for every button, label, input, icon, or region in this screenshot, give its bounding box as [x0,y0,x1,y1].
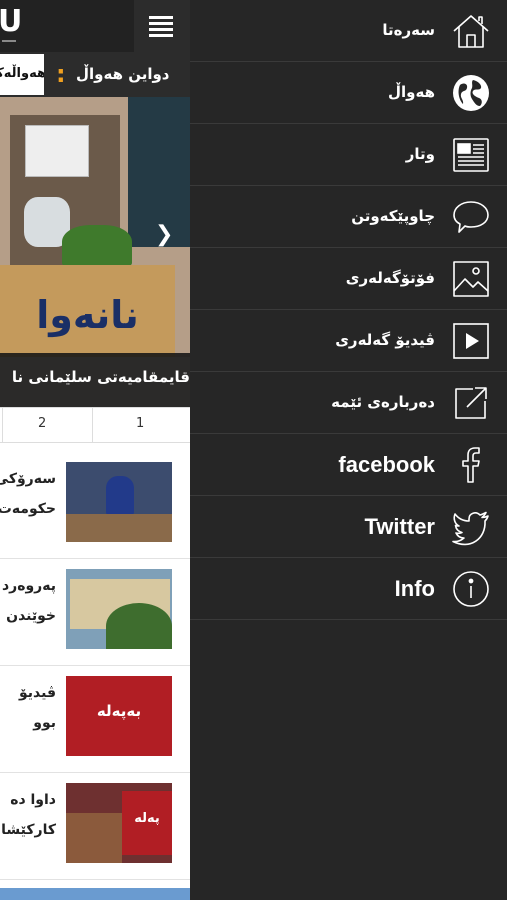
hamburger-line [149,22,173,25]
news-title[interactable]: سەرۆکی حکومەت [0,464,56,524]
slider-pager: 2 1 [0,407,190,443]
logo-underline [2,40,16,42]
hero-sign-text: نانەوا [36,293,139,337]
menu-item-label: Twitter [364,514,435,539]
globe-icon [451,73,491,113]
external-link-icon [451,383,491,423]
info-icon [451,569,491,609]
menu-item-label: facebook [338,452,435,477]
main-page: U هەواڵەکان : دواین هەواڵ نانەوا ❯ قایمق… [0,0,190,900]
hero-slider[interactable]: نانەوا ❯ قایمقامیەتی سلێمانی نا [0,97,190,407]
top-bar: U [0,0,190,52]
menu-item-about-us[interactable]: دەربارەی ئێمە [190,372,507,434]
menu-item-label: سەرەتا [382,21,435,39]
pager-page-2[interactable]: 2 [38,416,46,431]
news-thumbnail [66,462,172,542]
menu-item-label: فۆتۆگەلەری [345,269,435,287]
pager-page-1[interactable]: 1 [136,416,144,431]
hero-caption[interactable]: قایمقامیەتی سلێمانی نا [12,368,190,386]
news-title-line: کارکێشا [1,822,56,838]
menu-item-photo-gallery[interactable]: فۆتۆگەلەری [190,248,507,310]
menu-item-label: Info [394,576,435,601]
menu-item-video-gallery[interactable]: ڤیدیۆ گەلەری [190,310,507,372]
news-thumbnail: بەپەلە [66,676,172,756]
image-icon [451,259,491,299]
menu-item-articles[interactable]: وتار [190,124,507,186]
facebook-icon [451,445,491,485]
hero-image-poster [25,125,89,177]
ticker-headline[interactable]: هەواڵەکان [0,66,44,81]
news-title-line: خوێندن [6,608,56,624]
news-ticker: هەواڵەکان : دواین هەواڵ [0,52,190,97]
hamburger-line [149,28,173,31]
thumb-crowd [66,813,122,863]
menu-item-home[interactable]: سەرەتا [190,0,507,62]
menu-item-facebook[interactable]: facebook [190,434,507,496]
menu-item-twitter[interactable]: Twitter [190,496,507,558]
hero-caption-bar[interactable]: قایمقامیەتی سلێمانی نا [0,353,190,407]
speech-bubble-icon [451,197,491,237]
menu-item-label: وتار [405,145,435,163]
pager-divider [2,408,3,442]
home-icon [451,11,491,51]
play-icon [451,321,491,361]
menu-item-label: ڤیدیۆ گەلەری [335,331,435,349]
menu-item-label: دەربارەی ئێمە [331,393,435,411]
news-title-line: بوو [33,715,56,731]
twitter-icon [451,507,491,547]
pager-divider [92,408,93,442]
hero-image-plant [62,225,132,267]
thumb-text: پەلە [134,811,160,826]
news-thumbnail: پەلە [66,783,172,863]
news-list-item[interactable]: پەلە داوا دە کارکێشا [0,773,190,880]
newspaper-icon [451,135,491,175]
menu-item-info[interactable]: Info [190,558,507,620]
ticker-separator: : [56,60,66,88]
menu-item-news[interactable]: هەواڵ [190,62,507,124]
news-list-item[interactable]: سەرۆکی حکومەت [0,452,190,559]
news-title[interactable]: داوا دە کارکێشا [1,785,56,845]
hamburger-line [149,16,173,19]
news-list-item[interactable]: بەپەلە ڤیدیۆ بوو [0,666,190,773]
news-title[interactable]: ڤیدیۆ بوو [19,678,56,738]
thumb-figure [106,476,134,516]
news-thumbnail [66,569,172,649]
news-title[interactable]: پەروەرد خوێندن [2,571,56,631]
news-title-line: حکومەت [0,501,56,517]
menu-toggle-button[interactable] [134,0,190,52]
slider-next-icon[interactable]: ❯ [155,222,173,247]
news-title-line: پەروەرد [1,578,56,594]
news-list-item[interactable]: پەروەرد خوێندن [0,559,190,666]
ticker-headline-box[interactable]: هەواڵەکان [0,54,44,95]
thumb-text: بەپەلە [96,702,142,720]
ticker-label: دواین هەواڵ [76,65,170,83]
news-title-line: ڤیدیۆ [18,685,56,701]
app-logo[interactable]: U [0,6,22,38]
menu-item-label: چاوپێکەوتن [351,207,435,225]
thumb-tree [106,603,172,649]
thumb-desk [66,514,172,542]
news-title-line: داوا دە [10,792,56,808]
menu-item-interviews[interactable]: چاوپێکەوتن [190,186,507,248]
thumb-banner: پەلە [122,791,172,855]
news-title-line: سەرۆکی [0,471,56,487]
menu-item-label: هەواڵ [388,83,435,101]
navigation-drawer: سەرەتا هەواڵ وتار چاوپێکەوتن فۆتۆگەلەری … [190,0,507,900]
next-item-preview[interactable] [0,888,190,900]
hamburger-line [149,34,173,37]
